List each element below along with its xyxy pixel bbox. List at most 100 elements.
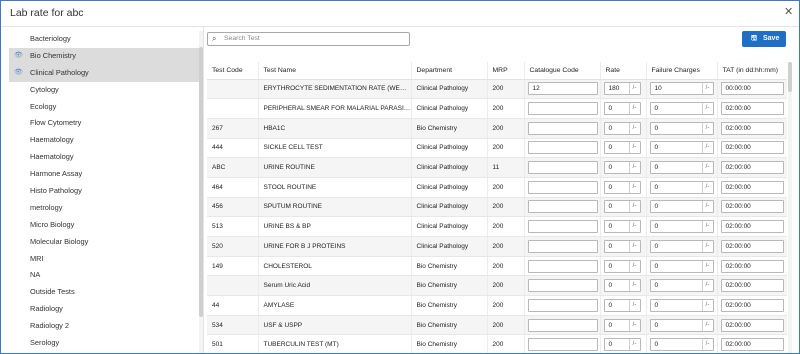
department-cell: Bio Chemistry: [411, 315, 488, 336]
tat-input[interactable]: 02:00:00: [720, 102, 784, 116]
catalogue-code-input[interactable]: [527, 200, 598, 214]
department-sidebar: Bacteriology 👁 Bio Chemistry 👁 Clinical Path…: [9, 31, 203, 353]
rate-input[interactable]: 0 /-: [603, 318, 641, 332]
sidebar-item[interactable]: metrology: [9, 200, 203, 217]
rate-input[interactable]: 0 /-: [603, 338, 641, 352]
rate-input[interactable]: 0 /-: [603, 259, 641, 273]
sidebar-item[interactable]: 👁 Clinical Pathology: [9, 64, 203, 82]
failure-charges-suffix: /-: [701, 162, 713, 174]
department-cell: Bio Chemistry: [411, 275, 488, 297]
catalogue-code-input[interactable]: [527, 318, 598, 332]
search-input[interactable]: Search Test: [224, 35, 260, 42]
catalogue-code-input[interactable]: [527, 141, 598, 155]
eye-icon: 👁: [14, 68, 23, 76]
failure-charges-input[interactable]: 0 /-: [649, 161, 714, 175]
failure-charges-input[interactable]: 0 /-: [649, 102, 714, 116]
tat-input[interactable]: 02:00:00: [720, 220, 784, 234]
sidebar-item[interactable]: Haematology: [9, 132, 203, 149]
failure-charges-input[interactable]: 10 /-: [649, 82, 714, 96]
catalogue-code-input[interactable]: 12: [527, 82, 598, 96]
rate-value: 0: [608, 223, 613, 231]
rate-cell: 0 /-: [600, 157, 647, 178]
tat-input[interactable]: 02:00:00: [720, 161, 784, 175]
test-code-cell: 44: [207, 295, 259, 316]
tat-input[interactable]: 02:00:00: [720, 121, 784, 135]
tat-input[interactable]: 00:00:00: [720, 82, 784, 96]
sidebar-item[interactable]: Outside Tests: [9, 284, 203, 301]
mrp-cell: 200: [487, 334, 525, 353]
mrp-cell: 11: [487, 157, 525, 178]
catalogue-code-input[interactable]: [527, 298, 598, 312]
rate-input[interactable]: 0 /-: [603, 141, 641, 155]
sidebar-item[interactable]: Micro Biology: [9, 217, 203, 234]
tat-input[interactable]: 02:00:00: [720, 338, 784, 352]
sidebar-item[interactable]: Radiology: [9, 301, 203, 318]
catalogue-code-cell: [524, 315, 601, 336]
tat-input[interactable]: 02:00:00: [720, 141, 784, 155]
catalogue-code-input[interactable]: [527, 338, 598, 352]
failure-charges-input[interactable]: 0 /-: [649, 141, 714, 155]
rate-input[interactable]: 180 /-: [603, 82, 641, 96]
failure-charges-input[interactable]: 0 /-: [649, 220, 714, 234]
rate-value: 0: [608, 242, 613, 250]
tat-input[interactable]: 02:00:00: [720, 180, 784, 194]
rate-input[interactable]: 0 /-: [603, 298, 641, 312]
tat-input[interactable]: 02:00:00: [720, 200, 784, 214]
catalogue-code-input[interactable]: [527, 220, 598, 234]
catalogue-code-input[interactable]: [527, 239, 598, 253]
tat-input[interactable]: 02:00:00: [720, 239, 784, 253]
sidebar-item[interactable]: Harmone Assay: [9, 166, 203, 183]
failure-charges-input[interactable]: 0 /-: [649, 298, 714, 312]
table-scrollbar[interactable]: [788, 62, 792, 353]
catalogue-code-cell: [524, 118, 601, 139]
tat-input[interactable]: 02:00:00: [720, 318, 784, 332]
tat-input[interactable]: 02:00:00: [720, 279, 784, 293]
sidebar-item[interactable]: Cytology: [9, 82, 203, 99]
sidebar-item[interactable]: Serology: [9, 335, 203, 352]
sidebar-item[interactable]: Flow Cytometry: [9, 115, 203, 132]
catalogue-code-input[interactable]: [527, 161, 598, 175]
failure-charges-input[interactable]: 0 /-: [649, 239, 714, 253]
failure-charges-input[interactable]: 0 /-: [649, 121, 714, 135]
panel-divider: [203, 27, 204, 353]
catalogue-code-input[interactable]: [527, 102, 598, 116]
failure-charges-input[interactable]: 0 /-: [649, 200, 714, 214]
save-button[interactable]: 🖫 Save: [742, 31, 786, 47]
rate-cell: 0 /-: [600, 236, 647, 257]
rate-input[interactable]: 0 /-: [603, 200, 641, 214]
catalogue-code-input[interactable]: [527, 279, 598, 293]
tat-input[interactable]: 02:00:00: [720, 298, 784, 312]
sidebar-item[interactable]: 👁 Bio Chemistry: [9, 47, 203, 65]
tat-input[interactable]: 02:00:00: [720, 259, 784, 273]
sidebar-item[interactable]: NA: [9, 267, 203, 284]
failure-charges-input[interactable]: 0 /-: [649, 338, 714, 352]
failure-charges-input[interactable]: 0 /-: [649, 259, 714, 273]
failure-charges-input[interactable]: 0 /-: [649, 279, 714, 293]
sidebar-item[interactable]: Histo Pathology: [9, 183, 203, 200]
sidebar-item[interactable]: Bacteriology: [9, 31, 203, 48]
rate-input[interactable]: 0 /-: [603, 220, 641, 234]
rate-input[interactable]: 0 /-: [603, 239, 641, 253]
catalogue-code-input[interactable]: [527, 180, 598, 194]
failure-charges-input[interactable]: 0 /-: [649, 180, 714, 194]
rate-input[interactable]: 0 /-: [603, 121, 641, 135]
test-name-cell: CHOLESTEROL: [258, 256, 412, 277]
department-cell: Clinical Pathology: [411, 79, 488, 100]
col-failure-charges: Failure Charges: [646, 62, 718, 80]
sidebar-item[interactable]: Molecular Biology: [9, 234, 203, 251]
rate-input[interactable]: 0 /-: [603, 279, 641, 293]
rate-input[interactable]: 0 /-: [603, 102, 641, 116]
catalogue-code-input[interactable]: [527, 121, 598, 135]
close-icon[interactable]: ✕: [784, 5, 793, 18]
search-box[interactable]: ⌕ Search Test: [207, 32, 410, 46]
col-test-name: Test Name: [258, 62, 412, 80]
failure-charges-input[interactable]: 0 /-: [649, 318, 714, 332]
sidebar-item[interactable]: Ecology: [9, 99, 203, 116]
table-scrollbar-thumb[interactable]: [788, 62, 792, 92]
sidebar-item[interactable]: Radiology 2: [9, 318, 203, 335]
sidebar-item[interactable]: MRI: [9, 251, 203, 268]
rate-input[interactable]: 0 /-: [603, 180, 641, 194]
catalogue-code-input[interactable]: [527, 259, 598, 273]
rate-input[interactable]: 0 /-: [603, 161, 641, 175]
sidebar-item[interactable]: Haematology: [9, 149, 203, 166]
